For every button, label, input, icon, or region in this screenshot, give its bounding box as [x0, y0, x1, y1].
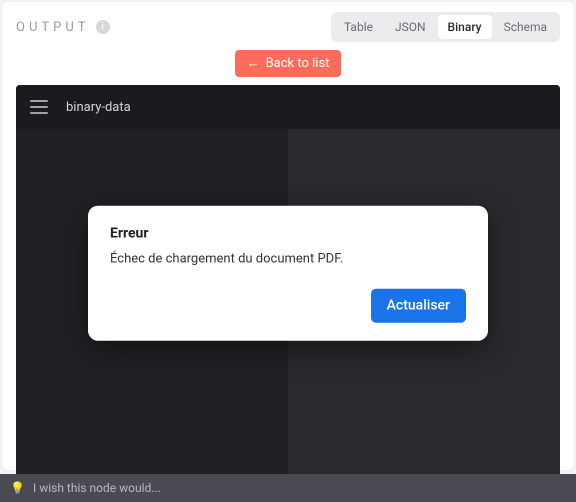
back-button-label: Back to list [266, 56, 330, 71]
error-message: Échec de chargement du document PDF. [110, 252, 466, 267]
view-tabs: Table JSON Binary Schema [331, 12, 560, 42]
panel-header: OUTPUT i Table JSON Binary Schema [2, 2, 574, 48]
error-actions: Actualiser [110, 289, 466, 323]
error-title: Erreur [110, 226, 466, 242]
binary-viewer: binary-data Erreur Échec de chargement d… [16, 85, 560, 483]
feedback-footer: 💡 [0, 474, 576, 502]
document-title: binary-data [66, 100, 131, 115]
tab-schema[interactable]: Schema [494, 15, 557, 39]
tab-binary[interactable]: Binary [438, 15, 492, 39]
lightbulb-icon: 💡 [10, 481, 25, 495]
error-dialog: Erreur Échec de chargement du document P… [88, 206, 488, 341]
tab-json[interactable]: JSON [385, 15, 436, 39]
output-label-group: OUTPUT i [16, 20, 110, 35]
refresh-button[interactable]: Actualiser [371, 289, 466, 323]
back-to-list-button[interactable]: ← Back to list [235, 50, 342, 77]
feedback-input[interactable] [33, 481, 566, 495]
info-icon[interactable]: i [96, 20, 110, 34]
output-title: OUTPUT [16, 20, 90, 35]
output-panel: OUTPUT i Table JSON Binary Schema ← Back… [2, 2, 574, 470]
viewer-topbar: binary-data [16, 85, 560, 129]
hamburger-menu-icon[interactable] [30, 100, 48, 114]
tab-table[interactable]: Table [334, 15, 383, 39]
arrow-left-icon: ← [247, 57, 260, 70]
back-row: ← Back to list [2, 48, 574, 85]
